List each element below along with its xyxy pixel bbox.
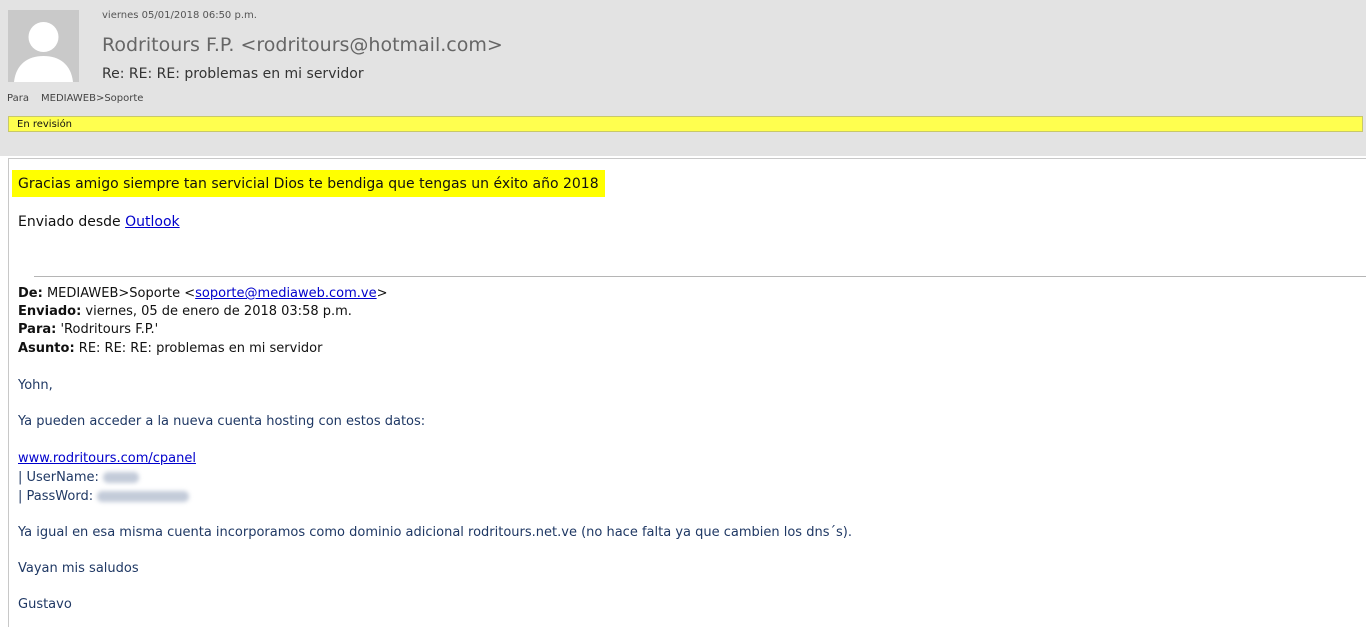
de-label: De: — [18, 286, 43, 301]
flag-status-bar[interactable]: En revisión — [8, 116, 1363, 132]
domain-line: Ya igual en esa misma cuenta incorporamo… — [18, 525, 852, 540]
cpanel-url-line: www.rodritours.com/cpanel — [18, 451, 196, 466]
message-header: viernes 05/01/2018 06:50 p.m. Rodritours… — [0, 0, 1366, 156]
username-line: | UserName: — [18, 470, 139, 485]
signature: Gustavo — [18, 597, 72, 612]
subject: Re: RE: RE: problemas en mi servidor — [102, 66, 364, 82]
outlook-link[interactable]: Outlook — [125, 214, 180, 230]
password-line: | PassWord: — [18, 489, 190, 504]
quoted-to: Para: 'Rodritours F.P.' — [18, 322, 158, 337]
sent-date: viernes 05/01/2018 06:50 p.m. — [102, 10, 257, 21]
to-label: Para — [7, 93, 29, 104]
closing: Vayan mis saludos — [18, 561, 139, 576]
password-label: | PassWord: — [18, 489, 94, 504]
avatar — [8, 10, 79, 82]
username-label: | UserName: — [18, 470, 99, 485]
asunto-label: Asunto: — [18, 341, 75, 356]
sender[interactable]: Rodritours F.P. <rodritours@hotmail.com> — [102, 34, 503, 56]
quote-separator — [34, 276, 1366, 277]
enviado-value: viernes, 05 de enero de 2018 03:58 p.m. — [81, 304, 352, 319]
greeting: Yohn, — [18, 378, 53, 393]
cpanel-link[interactable]: www.rodritours.com/cpanel — [18, 451, 196, 466]
support-email-link[interactable]: soporte@mediaweb.com.ve — [195, 286, 376, 301]
person-silhouette-icon — [14, 22, 73, 82]
quoted-sent: Enviado: viernes, 05 de enero de 2018 03… — [18, 304, 352, 319]
password-redacted — [97, 491, 190, 502]
sent-from-line: Enviado desde Outlook — [18, 214, 180, 230]
de-value: MEDIAWEB>Soporte < — [42, 286, 196, 301]
highlighted-reply: Gracias amigo siempre tan servicial Dios… — [12, 170, 605, 197]
quoted-from: De: MEDIAWEB>Soporte <soporte@mediaweb.c… — [18, 286, 388, 301]
enviado-label: Enviado: — [18, 304, 82, 319]
para-value: 'Rodritours F.P.' — [56, 322, 159, 337]
message-body — [8, 158, 1366, 627]
para-label: Para: — [18, 322, 57, 337]
username-redacted — [102, 472, 139, 483]
recipient[interactable]: MEDIAWEB>Soporte — [41, 93, 143, 104]
asunto-value: RE: RE: RE: problemas en mi servidor — [74, 341, 323, 356]
recipient-line: Para MEDIAWEB>Soporte — [7, 93, 143, 104]
access-line: Ya pueden acceder a la nueva cuenta host… — [18, 414, 426, 429]
sent-from-prefix: Enviado desde — [18, 214, 126, 230]
flag-status-text: En revisión — [17, 119, 73, 130]
quoted-subject: Asunto: RE: RE: RE: problemas en mi serv… — [18, 341, 322, 356]
de-suffix: > — [376, 286, 388, 301]
